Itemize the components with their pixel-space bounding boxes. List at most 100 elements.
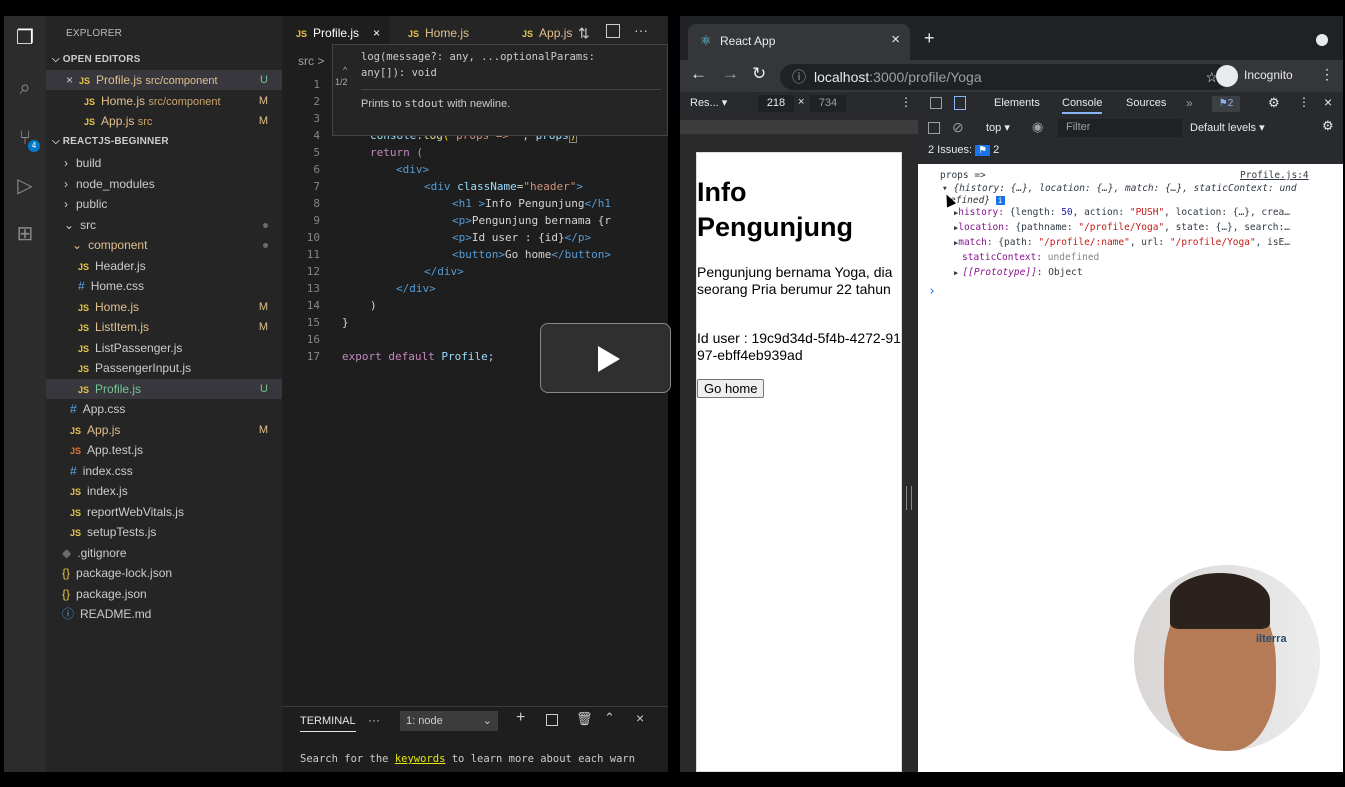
tree-folder-src[interactable]: ⌄ src xyxy=(46,215,282,235)
new-tab-icon[interactable]: + xyxy=(924,28,935,49)
close-icon[interactable]: × xyxy=(891,31,900,48)
chevron-up-icon[interactable]: ^ xyxy=(343,65,347,75)
chevron-up-icon[interactable]: ⌃ xyxy=(604,710,615,726)
devtools-tab-sources[interactable]: Sources xyxy=(1126,97,1166,109)
more-panels-icon[interactable]: ··· xyxy=(368,713,380,727)
tree-file-listpassenger[interactable]: JS ListPassenger.js xyxy=(46,338,282,358)
incognito-label[interactable]: Incognito xyxy=(1244,68,1293,82)
filter-input[interactable]: Filter xyxy=(1058,119,1182,137)
browser-tab[interactable]: ⚛ React App × xyxy=(688,24,910,60)
clear-console-icon[interactable]: ⊘ xyxy=(952,119,964,136)
overload-counter[interactable]: 1/2 xyxy=(335,77,348,87)
props-summary[interactable]: ▾ {history: {…}, location: {…}, match: {… xyxy=(942,183,1297,194)
device-select[interactable]: Res... ▾ xyxy=(690,96,727,109)
prop-value: , location: {…}, crea… xyxy=(1164,207,1291,218)
add-terminal-icon[interactable]: + xyxy=(516,709,525,727)
console-prompt[interactable]: › xyxy=(928,284,936,299)
open-editors-header[interactable]: ⌵ OPEN EDITORS xyxy=(46,50,282,70)
hover-code: stdout xyxy=(404,97,445,110)
compare-changes-icon[interactable]: ⇅ xyxy=(578,25,590,42)
tree-file-passengerinput[interactable]: JS PassengerInput.js xyxy=(46,358,282,378)
issues-bar[interactable]: 2 Issues: ⚑ 2 xyxy=(928,144,999,156)
tree-file-app-css[interactable]: # App.css xyxy=(46,399,282,419)
project-header[interactable]: ⌵ REACTJS-BEGINNER xyxy=(46,132,282,152)
issues-badge[interactable]: ⚑2 xyxy=(1212,96,1240,112)
info-icon[interactable]: i xyxy=(995,196,1005,205)
source-link[interactable]: Profile.js:4 xyxy=(1240,170,1309,181)
log-levels-select[interactable]: Default levels ▾ xyxy=(1190,121,1265,134)
tab-terminal[interactable]: TERMINAL xyxy=(300,715,356,732)
file-label: README.md xyxy=(80,607,152,621)
tree-file-package-lock[interactable]: {} package-lock.json xyxy=(46,563,282,583)
devtools-tab-elements[interactable]: Elements xyxy=(994,97,1040,109)
address-bar[interactable]: ⓘ localhost:3000/profile/Yoga ☆ xyxy=(780,64,1230,90)
console-prop-match[interactable]: ▶match: {path: "/profile/:name", url: "/… xyxy=(954,237,1290,248)
resize-handle[interactable] xyxy=(906,486,912,510)
open-editors-label: OPEN EDITORS xyxy=(62,54,141,65)
sidebar-toggle-icon[interactable] xyxy=(928,122,940,134)
video-play-button[interactable] xyxy=(540,323,671,393)
tree-file-listitem[interactable]: JS ListItem.js M xyxy=(46,317,282,337)
eye-icon[interactable]: ◉ xyxy=(1032,119,1043,135)
console-prop-location[interactable]: ▶location: {pathname: "/profile/Yoga", s… xyxy=(954,222,1290,233)
device-more-icon[interactable]: ⋮ xyxy=(900,95,912,109)
terminal-link[interactable]: keywords xyxy=(395,753,446,765)
run-debug-icon[interactable]: ▷ xyxy=(13,174,37,198)
tree-file-header[interactable]: JS Header.js xyxy=(46,256,282,276)
device-toggle-icon[interactable] xyxy=(954,96,966,110)
tab-search-icon[interactable] xyxy=(1316,34,1328,46)
tree-file-index-css[interactable]: # index.css xyxy=(46,461,282,481)
tree-file-profile[interactable]: JS Profile.js U xyxy=(46,379,282,399)
tree-file-package-json[interactable]: {} package.json xyxy=(46,584,282,604)
split-terminal-icon[interactable] xyxy=(546,714,558,726)
close-icon[interactable]: × xyxy=(636,710,644,726)
files-icon[interactable]: ❐ xyxy=(13,26,37,50)
back-icon[interactable]: ← xyxy=(690,64,707,84)
open-editor-profile[interactable]: × JS Profile.js src/component U xyxy=(46,70,282,90)
tree-file-home-js[interactable]: JS Home.js M xyxy=(46,297,282,317)
trash-icon[interactable]: 🗑 xyxy=(576,711,593,727)
tree-file-gitignore[interactable]: ◆ .gitignore xyxy=(46,543,282,563)
forward-icon[interactable]: → xyxy=(722,64,739,84)
extensions-icon[interactable]: ⊞ xyxy=(13,222,37,246)
file-label: App.test.js xyxy=(87,443,144,457)
go-home-button[interactable]: Go home xyxy=(697,379,765,398)
close-devtools-icon[interactable]: × xyxy=(1324,94,1332,110)
tree-folder-node-modules[interactable]: › node_modules xyxy=(46,174,282,194)
tree-folder-component[interactable]: ⌄ component xyxy=(46,235,282,255)
breadcrumb[interactable]: src > xyxy=(298,54,324,68)
prop-value: , action: xyxy=(1072,207,1130,218)
untracked-badge: U xyxy=(260,74,268,86)
close-icon[interactable]: × xyxy=(66,73,73,87)
console-settings-icon[interactable]: ⚙ xyxy=(1322,118,1334,134)
devtools-menu-icon[interactable]: ⋮ xyxy=(1298,95,1310,109)
terminal-select[interactable]: 1: node ⌄ xyxy=(400,711,498,731)
close-icon[interactable]: × xyxy=(373,26,380,40)
tree-file-reportwebvitals[interactable]: JS reportWebVitals.js xyxy=(46,502,282,522)
more-actions-icon[interactable]: ··· xyxy=(634,22,648,38)
devtools-tab-console[interactable]: Console xyxy=(1062,97,1103,114)
devtools-more-tabs[interactable]: » xyxy=(1186,96,1193,110)
tree-folder-public[interactable]: › public xyxy=(46,194,282,214)
settings-gear-icon[interactable]: ⚙ xyxy=(1268,95,1280,111)
console-prop-prototype[interactable]: ▶ [[Prototype]]: Object xyxy=(954,267,1083,278)
tree-file-home-css[interactable]: # Home.css xyxy=(46,276,282,296)
open-editor-home[interactable]: JS Home.js src/component M xyxy=(46,91,282,111)
tree-file-index-js[interactable]: JS index.js xyxy=(46,481,282,501)
tree-file-app-test[interactable]: JS App.test.js xyxy=(46,440,282,460)
reload-icon[interactable]: ↻ xyxy=(752,64,766,84)
tree-file-readme[interactable]: ⓘ README.md xyxy=(46,604,282,624)
viewport-height-input[interactable]: 734 xyxy=(810,95,846,112)
viewport-width-input[interactable]: 218 xyxy=(758,95,794,112)
tree-file-app-js[interactable]: JS App.js M xyxy=(46,420,282,440)
inspect-element-icon[interactable] xyxy=(930,97,942,109)
code-token: "header" xyxy=(523,180,577,193)
tree-file-setuptests[interactable]: JS setupTests.js xyxy=(46,522,282,542)
context-select[interactable]: top ▾ xyxy=(986,121,1010,134)
open-editor-app[interactable]: JS App.js src M xyxy=(46,111,282,131)
tree-folder-build[interactable]: › build xyxy=(46,153,282,173)
menu-icon[interactable]: ⋮ xyxy=(1320,66,1334,83)
split-editor-icon[interactable] xyxy=(606,24,620,38)
console-prop-history[interactable]: ▶history: {length: 50, action: "PUSH", l… xyxy=(954,207,1290,218)
search-icon[interactable]: ⌕ xyxy=(13,76,37,100)
